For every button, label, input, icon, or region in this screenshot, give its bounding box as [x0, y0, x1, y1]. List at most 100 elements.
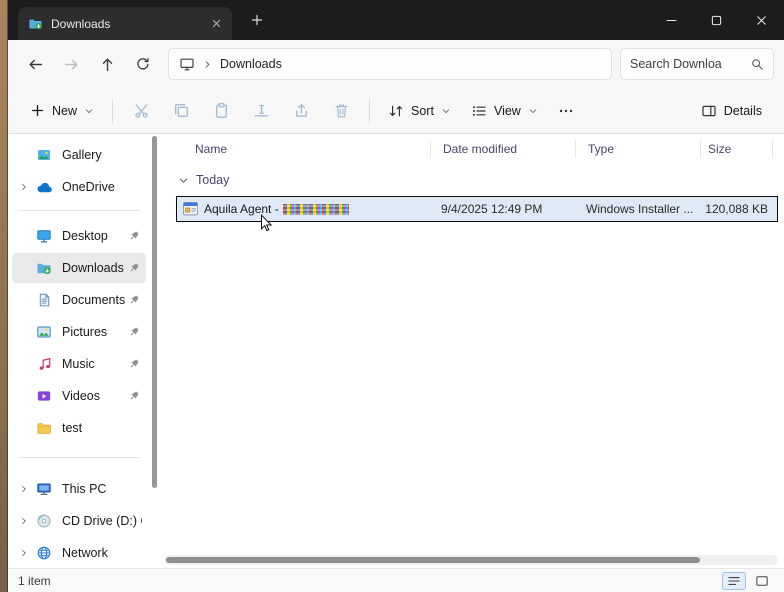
- monitor-icon: [179, 56, 195, 72]
- tab-close-button[interactable]: [206, 14, 226, 34]
- view-button[interactable]: View: [461, 95, 548, 127]
- horizontal-scrollbar-thumb[interactable]: [166, 557, 700, 563]
- sidebar-item-downloads[interactable]: Downloads: [12, 253, 146, 283]
- cut-button[interactable]: [121, 95, 161, 127]
- sidebar-item-videos[interactable]: Videos: [12, 381, 146, 411]
- chevron-down-icon: [528, 106, 538, 116]
- chevron-right-icon[interactable]: [16, 484, 32, 494]
- sidebar-item-this-pc[interactable]: This PC: [12, 474, 146, 504]
- forward-button[interactable]: [54, 48, 88, 80]
- explorer-body: Gallery OneDrive Desktop: [8, 134, 784, 568]
- details-view-icon: [727, 575, 741, 587]
- sidebar-item-documents[interactable]: Documents: [12, 285, 146, 315]
- column-divider[interactable]: [430, 140, 431, 158]
- sidebar-item-gallery[interactable]: Gallery: [12, 140, 146, 170]
- column-divider[interactable]: [772, 140, 773, 158]
- address-bar[interactable]: Downloads: [168, 48, 612, 80]
- chevron-right-icon: [202, 59, 213, 70]
- minimize-button[interactable]: [649, 0, 694, 40]
- chevron-right-icon[interactable]: [16, 182, 32, 192]
- column-header-type[interactable]: Type: [588, 142, 614, 156]
- group-header-today[interactable]: Today: [160, 168, 784, 192]
- file-name: Aquila Agent -: [204, 202, 349, 216]
- copy-button[interactable]: [161, 95, 201, 127]
- back-button[interactable]: [18, 48, 52, 80]
- chevron-down-icon: [441, 106, 451, 116]
- file-date-modified: 9/4/2025 12:49 PM: [441, 202, 542, 216]
- sidebar-item-test[interactable]: test: [12, 413, 146, 443]
- sidebar-scrollbar: [150, 134, 160, 568]
- pictures-icon: [34, 324, 54, 340]
- sidebar-item-music[interactable]: Music: [12, 349, 146, 379]
- pin-icon: [128, 230, 140, 242]
- details-pane-button[interactable]: Details: [691, 95, 772, 127]
- chevron-down-icon: [84, 106, 94, 116]
- sidebar-item-label: Gallery: [62, 148, 142, 162]
- sidebar-item-cd-drive[interactable]: CD Drive (D:) CC: [12, 506, 146, 536]
- videos-icon: [34, 388, 54, 404]
- music-icon: [34, 356, 54, 372]
- horizontal-scrollbar[interactable]: [164, 555, 778, 565]
- rename-button[interactable]: [241, 95, 281, 127]
- column-header-date-modified[interactable]: Date modified: [443, 142, 517, 156]
- pin-icon: [128, 358, 140, 370]
- chevron-down-icon[interactable]: [178, 175, 189, 186]
- sidebar-item-label: This PC: [62, 482, 142, 496]
- folder-icon: [34, 420, 54, 436]
- cd-drive-icon: [34, 513, 54, 529]
- sidebar-item-network[interactable]: Network: [12, 538, 146, 568]
- up-button[interactable]: [90, 48, 124, 80]
- search-input[interactable]: Search Downloa: [620, 48, 774, 80]
- chevron-right-icon[interactable]: [16, 516, 32, 526]
- sidebar-item-label: CD Drive (D:) CC: [62, 514, 142, 528]
- column-header-size[interactable]: Size: [708, 142, 731, 156]
- column-divider[interactable]: [575, 140, 576, 158]
- sidebar-item-label: Pictures: [62, 325, 126, 339]
- sidebar-item-onedrive[interactable]: OneDrive: [12, 172, 146, 202]
- details-pane-icon: [701, 103, 717, 119]
- item-count: 1 item: [18, 574, 51, 588]
- new-button-label: New: [52, 104, 77, 118]
- navigation-sidebar: Gallery OneDrive Desktop: [8, 134, 150, 568]
- sidebar-item-pictures[interactable]: Pictures: [12, 317, 146, 347]
- share-button[interactable]: [281, 95, 321, 127]
- column-header-name[interactable]: Name: [195, 142, 227, 156]
- content-view-icon: [755, 575, 769, 587]
- vertical-scrollbar-thumb[interactable]: [152, 136, 157, 488]
- sidebar-separator: [18, 210, 140, 211]
- details-view-toggle[interactable]: [722, 572, 746, 590]
- network-icon: [34, 545, 54, 561]
- content-view-toggle[interactable]: [750, 572, 774, 590]
- column-divider[interactable]: [700, 140, 701, 158]
- delete-button[interactable]: [321, 95, 361, 127]
- maximize-button[interactable]: [694, 0, 739, 40]
- tab-downloads[interactable]: Downloads: [18, 7, 232, 40]
- sidebar-separator: [18, 457, 140, 458]
- pin-icon: [128, 294, 140, 306]
- pin-icon: [128, 262, 140, 274]
- sidebar-item-label: OneDrive: [62, 180, 142, 194]
- more-options-button[interactable]: [548, 95, 584, 127]
- paste-button[interactable]: [201, 95, 241, 127]
- file-size: 120,088 KB: [705, 202, 768, 216]
- sidebar-item-desktop[interactable]: Desktop: [12, 221, 146, 251]
- close-button[interactable]: [739, 0, 784, 40]
- plus-icon: [30, 103, 45, 118]
- view-toggles: [722, 572, 774, 590]
- tab-title: Downloads: [51, 17, 198, 31]
- sort-button[interactable]: Sort: [378, 95, 461, 127]
- titlebar: Downloads: [8, 0, 784, 40]
- column-headers: Name Date modified Type Size: [160, 134, 784, 164]
- sidebar-item-label: Network: [62, 546, 142, 560]
- desktop-icon: [34, 228, 54, 244]
- downloads-tab-icon: [28, 16, 43, 31]
- sidebar-item-label: Music: [62, 357, 126, 371]
- breadcrumb: Downloads: [220, 57, 282, 71]
- new-tab-button[interactable]: [242, 6, 272, 34]
- new-button[interactable]: New: [20, 95, 104, 127]
- pin-icon: [128, 326, 140, 338]
- refresh-button[interactable]: [126, 48, 160, 80]
- search-icon: [750, 57, 764, 71]
- this-pc-icon: [34, 481, 54, 497]
- chevron-right-icon[interactable]: [16, 548, 32, 558]
